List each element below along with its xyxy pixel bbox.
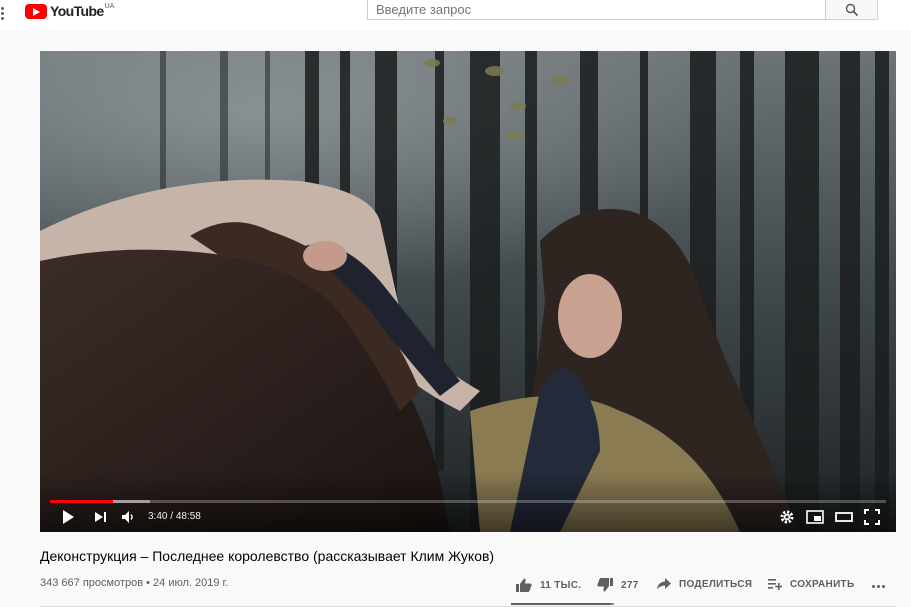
video-title: Деконструкция – Последнее королевство (р… (40, 548, 495, 564)
share-arrow-icon (657, 578, 671, 590)
play-icon[interactable] (60, 509, 76, 525)
time-separator: / (167, 511, 176, 522)
share-button[interactable]: ПОДЕЛИТЬСЯ (657, 578, 752, 590)
upload-date: 24 июл. 2019 г. (153, 577, 229, 589)
save-label: СОХРАНИТЬ (790, 578, 855, 590)
thumbs-down-icon (597, 578, 613, 592)
dislike-count: 277 (621, 579, 639, 591)
sentiment-bar (511, 603, 614, 605)
search-button[interactable] (826, 0, 878, 20)
next-icon[interactable] (94, 509, 108, 525)
save-button[interactable]: СОХРАНИТЬ (768, 578, 854, 590)
dislike-button[interactable]: 277 (597, 578, 639, 592)
video-frame (40, 51, 896, 532)
search-box (367, 0, 826, 20)
current-time: 3:40 (148, 511, 168, 522)
sentiment-bar-likes (511, 603, 612, 605)
video-meta: 343 667 просмотров • 24 июл. 2019 г. (40, 577, 228, 589)
search-icon (845, 3, 859, 17)
search-input[interactable] (368, 0, 825, 19)
more-actions-icon[interactable] (872, 585, 888, 589)
progress-played (50, 500, 113, 503)
volume-icon[interactable] (120, 509, 136, 525)
settings-gear-icon[interactable] (779, 509, 795, 525)
like-count: 11 ТЫС. (540, 579, 582, 591)
masthead: YouTube UA (0, 0, 911, 30)
youtube-logo[interactable]: YouTube UA (25, 2, 114, 20)
miniplayer-icon[interactable] (806, 509, 824, 525)
thumbs-up-icon (516, 578, 532, 592)
youtube-play-icon (25, 3, 47, 19)
progress-bar[interactable] (50, 500, 886, 503)
playlist-add-icon (768, 579, 782, 590)
video-player[interactable]: 3:40 / 48:58 (40, 51, 896, 532)
time-display: 3:40 / 48:58 (148, 511, 201, 522)
like-button[interactable]: 11 ТЫС. (516, 578, 581, 592)
meta-separator: • (143, 577, 154, 589)
guide-menu-icon[interactable] (0, 6, 6, 22)
logo-country-code: UA (104, 2, 115, 10)
view-count: 343 667 просмотров (40, 577, 144, 589)
theater-mode-icon[interactable] (835, 509, 853, 525)
fullscreen-icon[interactable] (864, 509, 880, 525)
share-label: ПОДЕЛИТЬСЯ (679, 578, 753, 590)
logo-text: YouTube (50, 3, 104, 19)
duration: 48:58 (175, 511, 201, 522)
